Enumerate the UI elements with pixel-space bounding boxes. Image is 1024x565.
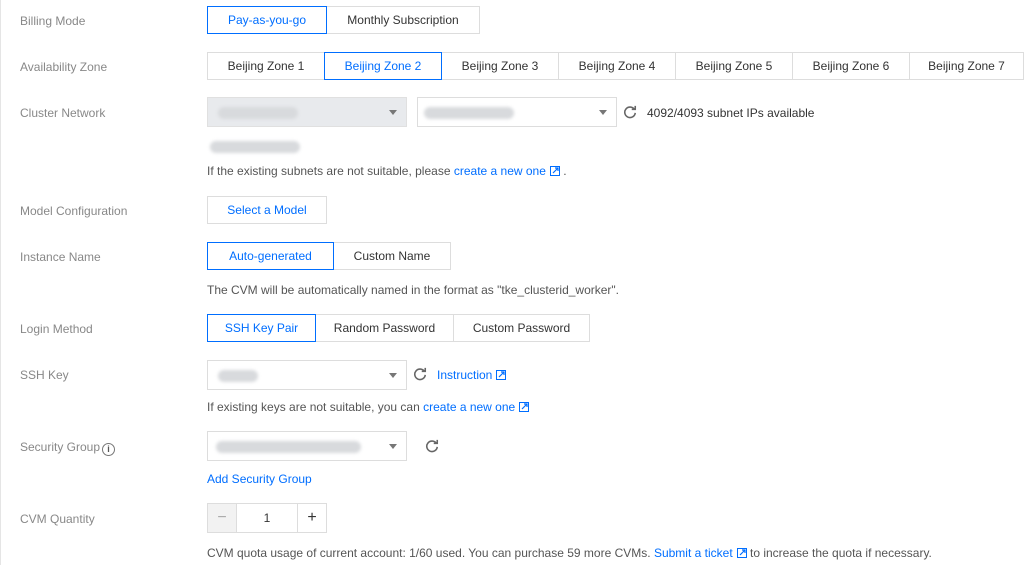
zone-option-1[interactable]: Beijing Zone 1	[207, 52, 325, 80]
login-method-label: Login Method	[20, 322, 93, 336]
redacted-ssh-key-value	[218, 370, 258, 382]
external-link-icon	[736, 548, 747, 558]
ssh-key-hint-prefix: If existing keys are not suitable, you c…	[207, 400, 420, 414]
login-option-ssh-key-pair[interactable]: SSH Key Pair	[207, 314, 316, 342]
subnet-select[interactable]	[417, 97, 617, 127]
subnet-ip-availability: 4092/4093 subnet IPs available	[647, 106, 815, 120]
instance-option-auto-generated[interactable]: Auto-generated	[207, 242, 334, 270]
zone-option-6[interactable]: Beijing Zone 6	[792, 52, 910, 80]
external-link-icon	[519, 402, 530, 412]
refresh-icon[interactable]	[623, 105, 637, 119]
availability-zone-label: Availability Zone	[20, 60, 108, 74]
instance-name-segmented: Auto-generated Custom Name	[207, 242, 451, 270]
chevron-down-icon	[599, 110, 607, 115]
redacted-vpc-value	[218, 107, 298, 119]
select-model-button[interactable]: Select a Model	[207, 196, 327, 224]
info-icon[interactable]: i	[102, 443, 116, 456]
refresh-icon[interactable]	[413, 367, 427, 381]
refresh-icon[interactable]	[425, 439, 439, 453]
cluster-network-label: Cluster Network	[20, 106, 106, 120]
redacted-security-group-value	[216, 441, 361, 453]
vpc-select[interactable]	[207, 97, 407, 127]
billing-option-monthly-subscription[interactable]: Monthly Subscription	[326, 6, 480, 34]
instance-name-hint: The CVM will be automatically named in t…	[207, 283, 620, 297]
decrement-button[interactable]: −	[207, 503, 237, 533]
login-option-custom-password[interactable]: Custom Password	[453, 314, 590, 342]
security-group-select[interactable]	[207, 431, 407, 461]
external-link-icon	[496, 370, 507, 380]
zone-option-5[interactable]: Beijing Zone 5	[675, 52, 793, 80]
zone-option-2[interactable]: Beijing Zone 2	[324, 52, 442, 80]
submit-ticket-link-text[interactable]: Submit a ticket	[654, 546, 733, 560]
add-security-group-link[interactable]: Add Security Group	[207, 472, 312, 486]
external-link-icon	[549, 166, 560, 176]
chevron-down-icon	[389, 373, 397, 378]
instance-name-label: Instance Name	[20, 250, 101, 264]
create-ssh-key-link-text[interactable]: create a new one	[423, 400, 515, 414]
ssh-key-hint: If existing keys are not suitable, you c…	[207, 400, 530, 414]
zone-option-4[interactable]: Beijing Zone 4	[558, 52, 676, 80]
quota-hint: CVM quota usage of current account: 1/60…	[207, 546, 932, 560]
billing-option-pay-as-you-go[interactable]: Pay-as-you-go	[207, 6, 327, 34]
quota-hint-suffix: to increase the quota if necessary.	[750, 546, 932, 560]
subnet-hint-suffix: .	[563, 164, 567, 178]
billing-mode-label: Billing Mode	[20, 14, 86, 28]
ssh-instruction-link[interactable]: Instruction	[437, 368, 507, 382]
zone-option-7[interactable]: Beijing Zone 7	[909, 52, 1024, 80]
quantity-input[interactable]: 1	[237, 503, 297, 533]
subnet-hint: If the existing subnets are not suitable…	[207, 164, 567, 178]
subnet-hint-prefix: If the existing subnets are not suitable…	[207, 164, 451, 178]
cvm-quantity-label: CVM Quantity	[20, 512, 95, 526]
chevron-down-icon	[389, 444, 397, 449]
zone-option-3[interactable]: Beijing Zone 3	[441, 52, 559, 80]
ssh-key-label: SSH Key	[20, 368, 69, 382]
chevron-down-icon	[389, 110, 397, 115]
increment-button[interactable]: +	[297, 503, 327, 533]
model-select-wrapper: Select a Model	[207, 196, 327, 224]
redacted-vpc-sub	[210, 141, 300, 153]
create-subnet-link[interactable]: create a new one	[454, 164, 560, 178]
security-group-label-text: Security Group	[20, 440, 101, 454]
billing-mode-segmented: Pay-as-you-go Monthly Subscription	[207, 6, 480, 34]
create-subnet-link-text[interactable]: create a new one	[454, 164, 546, 178]
ssh-instruction-text[interactable]: Instruction	[437, 368, 492, 382]
security-group-label: Security Group i	[20, 440, 116, 456]
quantity-stepper: − 1 +	[207, 503, 327, 533]
quota-hint-prefix: CVM quota usage of current account: 1/60…	[207, 546, 651, 560]
login-method-segmented: SSH Key Pair Random Password Custom Pass…	[207, 314, 590, 342]
left-divider	[0, 0, 1, 565]
redacted-subnet-value	[424, 107, 514, 119]
login-option-random-password[interactable]: Random Password	[315, 314, 454, 342]
submit-ticket-link[interactable]: Submit a ticket	[654, 546, 747, 560]
instance-option-custom-name[interactable]: Custom Name	[333, 242, 451, 270]
create-ssh-key-link[interactable]: create a new one	[423, 400, 530, 414]
model-configuration-label: Model Configuration	[20, 204, 128, 218]
ssh-key-select[interactable]	[207, 360, 407, 390]
availability-zone-segmented: Beijing Zone 1 Beijing Zone 2 Beijing Zo…	[207, 52, 1024, 80]
ssh-instruction-link-wrap: Instruction	[437, 368, 507, 382]
